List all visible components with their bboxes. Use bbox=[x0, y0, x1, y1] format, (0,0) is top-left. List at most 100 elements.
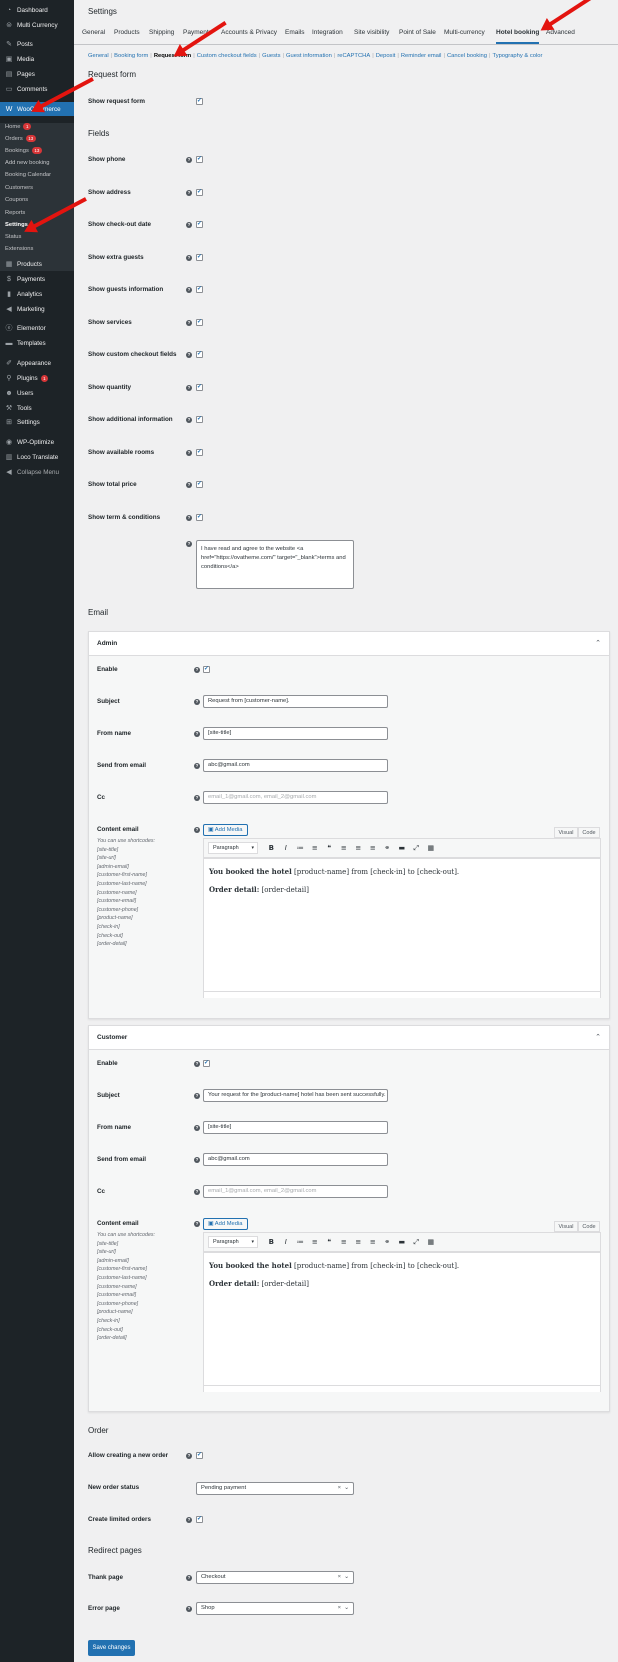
sidebar-subitem-booking-calendar[interactable]: Booking Calendar bbox=[0, 168, 74, 181]
subject-input[interactable]: Your request for the [product-name] hote… bbox=[203, 1089, 388, 1102]
sidebar-item-marketing[interactable]: ◀ Marketing bbox=[0, 302, 74, 316]
sidebar-item-settings[interactable]: ⊞ Settings bbox=[0, 415, 74, 429]
allow-new-order-checkbox[interactable]: ✓ bbox=[196, 1452, 203, 1459]
link-icon[interactable]: ⚭ bbox=[380, 844, 395, 852]
subtab-deposit[interactable]: Deposit bbox=[376, 53, 396, 59]
checkbox-show-custom-checkout-fields[interactable]: ✓ bbox=[196, 351, 203, 358]
sidebar-item-dashboard[interactable]: ◔ Dashboard bbox=[0, 3, 74, 17]
checkbox-show-quantity[interactable]: ✓ bbox=[196, 383, 203, 391]
sidebar-item-products[interactable]: ▦ Products bbox=[0, 257, 74, 271]
fullscreen-icon[interactable]: ⤢ bbox=[409, 844, 424, 853]
align-center-icon[interactable]: ≡ bbox=[351, 844, 366, 852]
bullet-list-icon[interactable]: ≔ bbox=[293, 844, 308, 852]
blockquote-icon[interactable]: ❝ bbox=[322, 1238, 337, 1246]
sidebar-item-elementor[interactable]: ⓔ Elementor bbox=[0, 321, 74, 335]
sidebar-item-analytics[interactable]: ▮ Analytics bbox=[0, 287, 74, 301]
subtab-booking-form[interactable]: Booking form bbox=[114, 53, 148, 59]
checkbox-show-services[interactable]: ✓ bbox=[196, 318, 203, 326]
tab-point-of-sale[interactable]: Point of Sale bbox=[399, 29, 436, 36]
checkbox-show-additional-information[interactable]: ✓ bbox=[196, 416, 203, 423]
visual-tab[interactable]: Visual bbox=[554, 1221, 578, 1232]
toolbar-toggle-icon[interactable]: ▦ bbox=[424, 1238, 439, 1246]
thank-page-select[interactable]: Checkout × ⌄ bbox=[196, 1571, 354, 1584]
error-page-select[interactable]: Shop × ⌄ bbox=[196, 1602, 354, 1615]
tab-multi-currency[interactable]: Multi-currency bbox=[444, 29, 485, 36]
checkbox-show-address[interactable]: ✓ bbox=[196, 188, 203, 196]
sidebar-item-collapse-menu[interactable]: ◀ Collapse Menu bbox=[0, 465, 74, 479]
enable-checkbox[interactable]: ✓ bbox=[203, 666, 210, 673]
bold-icon[interactable]: B bbox=[264, 1238, 279, 1246]
sidebar-item-users[interactable]: ☻ Users bbox=[0, 386, 74, 400]
align-right-icon[interactable]: ≡ bbox=[366, 1238, 381, 1246]
content-editor[interactable]: You booked the hotel [product-name] from… bbox=[203, 858, 601, 998]
panel-header[interactable]: Admin ⌃ bbox=[89, 632, 609, 656]
show-request-form-checkbox[interactable]: ✓ bbox=[196, 98, 203, 105]
sidebar-item-payments[interactable]: $ Payments bbox=[0, 272, 74, 286]
subtab-typography-color[interactable]: Typography & color bbox=[492, 53, 542, 59]
cc-input[interactable]: email_1@gmail.com, email_2@gmail.com bbox=[203, 791, 388, 804]
align-left-icon[interactable]: ≡ bbox=[337, 844, 352, 852]
terms-textarea[interactable]: I have read and agree to the website <a … bbox=[196, 540, 354, 589]
checkbox-show-extra-guests[interactable]: ✓ bbox=[196, 253, 203, 261]
sidebar-item-pages[interactable]: ▤ Pages bbox=[0, 67, 74, 81]
sidebar-subitem-coupons[interactable]: Coupons bbox=[0, 193, 74, 206]
format-select[interactable]: Paragraph ▾ bbox=[208, 842, 258, 854]
add-media-button[interactable]: ▣ Add Media bbox=[203, 1218, 248, 1230]
chevron-up-icon[interactable]: ⌃ bbox=[595, 639, 601, 647]
bold-icon[interactable]: B bbox=[264, 844, 279, 852]
clear-icon[interactable]: × bbox=[338, 1603, 341, 1614]
blockquote-icon[interactable]: ❝ bbox=[322, 844, 337, 852]
enable-checkbox[interactable]: ✓ bbox=[203, 1060, 210, 1067]
sidebar-item-wp-optimize[interactable]: ◉ WP-Optimize bbox=[0, 435, 74, 449]
tab-integration[interactable]: Integration bbox=[312, 29, 343, 36]
tab-hotel-booking[interactable]: Hotel booking bbox=[496, 29, 540, 44]
subtab-cancel-booking[interactable]: Cancel booking bbox=[447, 53, 487, 59]
checkbox-show-term-conditions[interactable]: ✓ bbox=[196, 513, 203, 521]
italic-icon[interactable]: I bbox=[279, 844, 294, 852]
link-icon[interactable]: ⚭ bbox=[380, 1238, 395, 1246]
sidebar-item-tools[interactable]: ⚒ Tools bbox=[0, 401, 74, 415]
checkbox-show-available-rooms[interactable]: ✓ bbox=[196, 448, 203, 456]
subtab-general[interactable]: General bbox=[88, 53, 109, 59]
checkbox-show-total-price[interactable]: ✓ bbox=[196, 481, 203, 488]
numbered-list-icon[interactable]: ≡ bbox=[308, 844, 323, 852]
cc-input[interactable]: email_1@gmail.com, email_2@gmail.com bbox=[203, 1185, 388, 1198]
bullet-list-icon[interactable]: ≔ bbox=[293, 1238, 308, 1246]
subtab-guest-information[interactable]: Guest information bbox=[286, 53, 332, 59]
tab-accounts-privacy[interactable]: Accounts & Privacy bbox=[221, 29, 277, 36]
sidebar-item-appearance[interactable]: ✐ Appearance bbox=[0, 356, 74, 370]
add-media-button[interactable]: ▣ Add Media bbox=[203, 824, 248, 836]
checkbox-show-phone[interactable]: ✓ bbox=[196, 156, 203, 163]
subject-input[interactable]: Request from [customer-name]. bbox=[203, 695, 388, 708]
sidebar-item-plugins[interactable]: ⚲ Plugins 1 bbox=[0, 371, 74, 385]
more-tag-icon[interactable]: ▬ bbox=[395, 1238, 410, 1246]
tab-site-visibility[interactable]: Site visibility bbox=[354, 29, 389, 36]
content-editor[interactable]: You booked the hotel [product-name] from… bbox=[203, 1252, 601, 1392]
subtab-guests[interactable]: Guests bbox=[262, 53, 280, 59]
toolbar-toggle-icon[interactable]: ▦ bbox=[424, 844, 439, 852]
italic-icon[interactable]: I bbox=[279, 1238, 294, 1246]
checkbox-show-guests-information[interactable]: ✓ bbox=[196, 286, 203, 293]
sidebar-item-posts[interactable]: ✎ Posts bbox=[0, 37, 74, 51]
sidebar-item-templates[interactable]: ▬ Templates bbox=[0, 336, 74, 350]
send-from-input[interactable]: abc@gmail.com bbox=[203, 759, 388, 772]
panel-header[interactable]: Customer ⌃ bbox=[89, 1026, 609, 1050]
chevron-up-icon[interactable]: ⌃ bbox=[595, 1033, 601, 1041]
sidebar-item-media[interactable]: ▣ Media bbox=[0, 52, 74, 66]
format-select[interactable]: Paragraph ▾ bbox=[208, 1236, 258, 1248]
tab-products[interactable]: Products bbox=[114, 29, 140, 36]
more-tag-icon[interactable]: ▬ bbox=[395, 844, 410, 852]
code-tab[interactable]: Code bbox=[578, 827, 600, 838]
from-name-input[interactable]: [site-title] bbox=[203, 727, 388, 740]
subtab-reminder-email[interactable]: Reminder email bbox=[401, 53, 442, 59]
from-name-input[interactable]: [site-title] bbox=[203, 1121, 388, 1134]
limited-orders-checkbox[interactable]: ✓ bbox=[196, 1516, 203, 1523]
align-center-icon[interactable]: ≡ bbox=[351, 1238, 366, 1246]
new-order-status-select[interactable]: Pending payment × ⌄ bbox=[196, 1482, 354, 1495]
subtab-recaptcha[interactable]: reCAPTCHA bbox=[337, 53, 370, 59]
clear-icon[interactable]: × bbox=[338, 1483, 341, 1494]
fullscreen-icon[interactable]: ⤢ bbox=[409, 1238, 424, 1247]
sidebar-item-multi-currency[interactable]: ⊜ Multi Currency bbox=[0, 18, 74, 32]
send-from-input[interactable]: abc@gmail.com bbox=[203, 1153, 388, 1166]
subtab-custom-checkout-fields[interactable]: Custom checkout fields bbox=[197, 53, 257, 59]
